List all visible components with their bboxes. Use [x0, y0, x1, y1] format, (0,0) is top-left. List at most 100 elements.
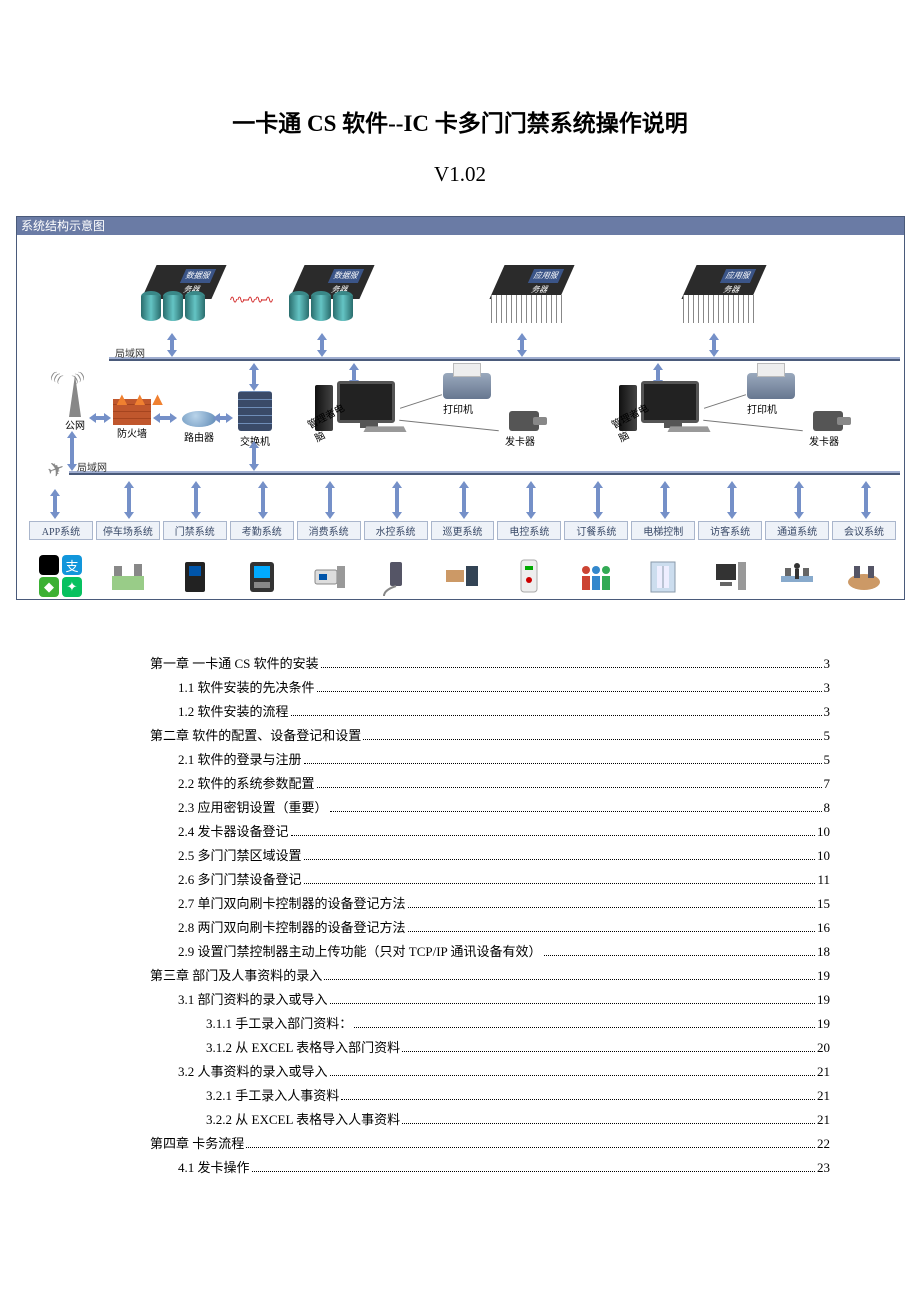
toc-entry[interactable]: 3.2.1 手工录入人事资料 21: [150, 1084, 830, 1108]
link-icon: [191, 481, 201, 519]
subsystem-item: 消费系统: [297, 521, 361, 598]
toc-entry-label: 2.3 应用密钥设置（重要）: [178, 796, 328, 820]
link-icon: [124, 481, 134, 519]
toc-entry-page: 3: [824, 676, 831, 700]
toc-entry[interactable]: 3.2.2 从 EXCEL 表格导入人事资料 21: [150, 1108, 830, 1132]
toc-entry[interactable]: 3.1.1 手工录入部门资料：19: [150, 1012, 830, 1036]
toc-entry-page: 10: [817, 820, 830, 844]
link-icon: [213, 413, 233, 423]
toc-entry-label: 第一章 一卡通 CS 软件的安装: [150, 652, 319, 676]
database-server-1-icon: 数据服务器: [135, 265, 225, 335]
heartbeat-link-icon: ∿∿⎯∿∿⎯∿: [229, 293, 285, 307]
toc-entry[interactable]: 2.7 单门双向刷卡控制器的设备登记方法15: [150, 892, 830, 916]
toc-leader-dots: [354, 1027, 815, 1028]
toc-entry[interactable]: 2.1 软件的登录与注册 5: [150, 748, 830, 772]
subsystem-item: 订餐系统: [564, 521, 628, 598]
subsystem-icon: [163, 554, 227, 598]
firewall-label: 防火墙: [107, 425, 157, 440]
app-server-1-icon: 应用服务器: [483, 265, 573, 335]
subsystem-item: 通道系统: [765, 521, 829, 598]
system-architecture-diagram: 系统结构示意图 数据服务器 ∿∿⎯∿∿⎯∿ 数据服务器 应用服务器 应用服务器 …: [16, 216, 905, 600]
subsystem-title: 消费系统: [297, 521, 361, 540]
toc-entry-label: 2.1 软件的登录与注册: [178, 748, 302, 772]
subsystem-item: 巡更系统: [431, 521, 495, 598]
link-icon: [861, 481, 871, 519]
toc-entry-label: 3.2 人事资料的录入或导入: [178, 1060, 328, 1084]
subsystem-title: 访客系统: [698, 521, 762, 540]
toc-entry-page: 15: [817, 892, 830, 916]
subsystem-icon: [230, 554, 294, 598]
toc-entry[interactable]: 第一章 一卡通 CS 软件的安装 3: [150, 652, 830, 676]
toc-entry[interactable]: 1.2 软件安装的流程3: [150, 700, 830, 724]
toc-entry-label: 3.2.2 从 EXCEL 表格导入人事资料: [206, 1108, 400, 1132]
toc-entry-page: 21: [817, 1108, 830, 1132]
lan-label-2: 局域网: [77, 459, 107, 474]
toc-entry-page: 8: [824, 796, 831, 820]
toc-leader-dots: [402, 1051, 815, 1052]
toc-entry[interactable]: 第三章 部门及人事资料的录入 19: [150, 964, 830, 988]
link-icon: [249, 441, 259, 471]
toc-entry[interactable]: 2.5 多门门禁区域设置10: [150, 844, 830, 868]
link-icon: [727, 481, 737, 519]
link-icon: [709, 333, 719, 357]
toc-entry-label: 2.8 两门双向刷卡控制器的设备登记方法: [178, 916, 406, 940]
subsystem-icon: [631, 554, 695, 598]
toc-leader-dots: [408, 931, 815, 932]
toc-leader-dots: [408, 907, 815, 908]
toc-entry[interactable]: 2.6 多门门禁设备登记11: [150, 868, 830, 892]
toc-entry-page: 19: [817, 964, 830, 988]
toc-entry-page: 19: [817, 1012, 830, 1036]
link-icon: [459, 481, 469, 519]
firewall-icon: ▲▲▲ 防火墙: [107, 399, 157, 440]
toc-entry[interactable]: 2.8 两门双向刷卡控制器的设备登记方法 16: [150, 916, 830, 940]
toc-entry[interactable]: 2.9 设置门禁控制器主动上传功能（只对 TCP/IP 通讯设备有效）18: [150, 940, 830, 964]
subsystem-title: 停车场系统: [96, 521, 160, 540]
toc-entry-label: 2.2 软件的系统参数配置: [178, 772, 315, 796]
lan-label-1: 局域网: [115, 345, 145, 360]
toc-entry[interactable]: 第二章 软件的配置、设备登记和设置5: [150, 724, 830, 748]
toc-entry-label: 2.6 多门门禁设备登记: [178, 868, 302, 892]
toc-entry-page: 21: [817, 1084, 830, 1108]
toc-entry-page: 3: [824, 652, 831, 676]
table-of-contents: 第一章 一卡通 CS 软件的安装 31.1 软件安装的先决条件31.2 软件安装的…: [150, 652, 830, 1180]
toc-entry-label: 第四章 卡务流程: [150, 1132, 244, 1156]
toc-entry-label: 2.5 多门门禁区域设置: [178, 844, 302, 868]
toc-entry-page: 23: [817, 1156, 830, 1180]
toc-entry-page: 16: [817, 916, 830, 940]
subsystem-item: 水控系统: [364, 521, 428, 598]
link-icon: [153, 413, 177, 423]
toc-entry[interactable]: 2.2 软件的系统参数配置7: [150, 772, 830, 796]
link-icon: [258, 481, 268, 519]
toc-entry-label: 3.2.1 手工录入人事资料: [206, 1084, 339, 1108]
toc-entry[interactable]: 2.3 应用密钥设置（重要） 8: [150, 796, 830, 820]
admin-workstation-2: 管理者电脑 打印机 发卡器: [641, 381, 699, 423]
toc-entry-page: 22: [817, 1132, 830, 1156]
lan-bus-1: [109, 357, 900, 361]
toc-entry-label: 第三章 部门及人事资料的录入: [150, 964, 322, 988]
subsystem-item: 停车场系统: [96, 521, 160, 598]
toc-entry-page: 3: [824, 700, 831, 724]
printer-label: 打印机: [747, 401, 807, 416]
toc-entry[interactable]: 第四章 卡务流程 22: [150, 1132, 830, 1156]
subsystem-icon: [564, 554, 628, 598]
toc-entry[interactable]: 3.2 人事资料的录入或导入21: [150, 1060, 830, 1084]
subsystem-item: APP系统支◆✦: [29, 521, 93, 598]
toc-entry[interactable]: 3.1 部门资料的录入或导入19: [150, 988, 830, 1012]
toc-entry[interactable]: 1.1 软件安装的先决条件3: [150, 676, 830, 700]
toc-leader-dots: [321, 667, 822, 668]
toc-leader-dots: [304, 859, 815, 860]
toc-entry[interactable]: 4.1 发卡操作 23: [150, 1156, 830, 1180]
link-icon: [67, 431, 77, 471]
toc-leader-dots: [252, 1171, 815, 1172]
printer-icon: 打印机: [443, 373, 503, 416]
toc-entry[interactable]: 3.1.2 从 EXCEL 表格导入部门资料20: [150, 1036, 830, 1060]
toc-entry[interactable]: 2.4 发卡器设备登记10: [150, 820, 830, 844]
subsystem-item: 电控系统: [497, 521, 561, 598]
toc-entry-label: 4.1 发卡操作: [178, 1156, 250, 1180]
subsystem-item: 门禁系统: [163, 521, 227, 598]
link-icon: [794, 481, 804, 519]
link-icon: [660, 481, 670, 519]
toc-entry-page: 5: [824, 748, 831, 772]
subsystem-icon: [765, 554, 829, 598]
toc-entry-page: 5: [824, 724, 831, 748]
